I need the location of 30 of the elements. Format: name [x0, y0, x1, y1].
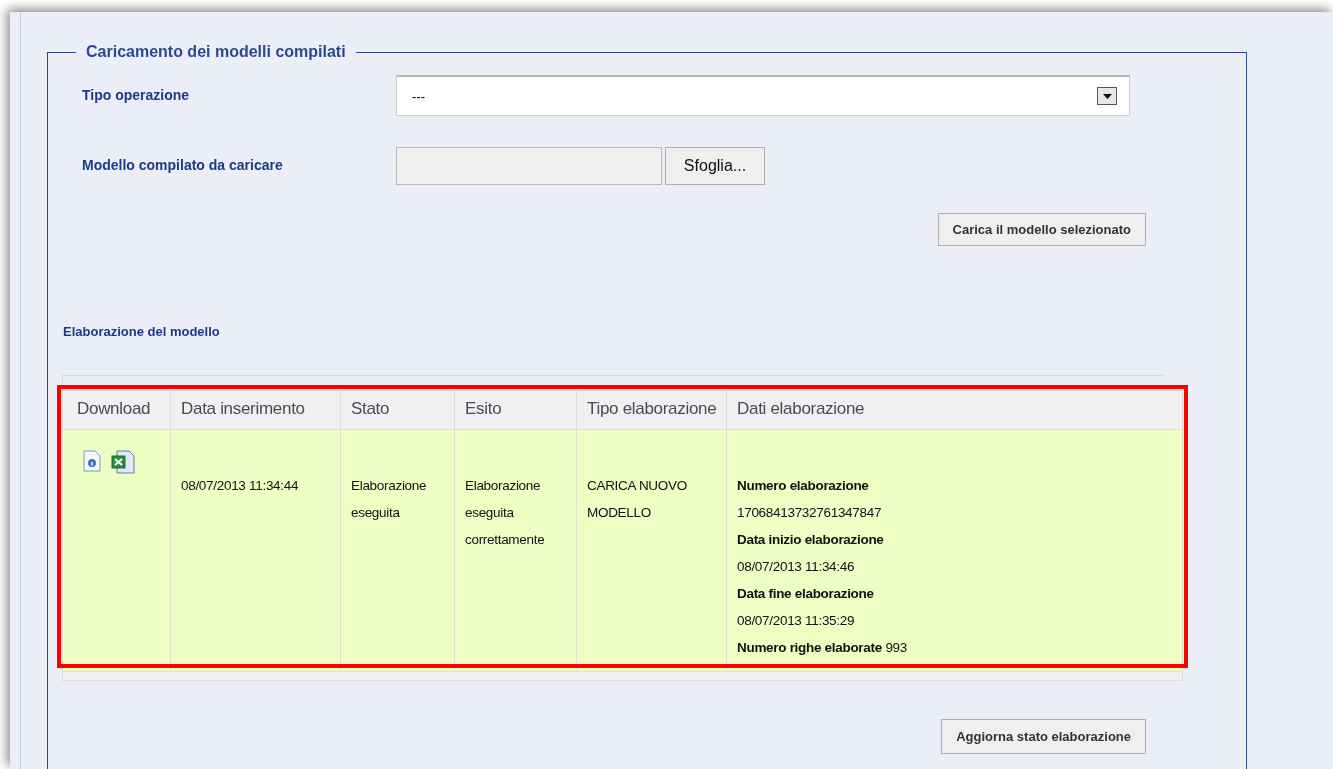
spreadsheet-icon[interactable]: [111, 450, 135, 474]
column-header: Data inserimento: [170, 390, 341, 430]
horizontal-scrollbar[interactable]: [62, 672, 1183, 681]
table-cell: Elaborazione eseguita: [340, 429, 455, 672]
detail-line: Numero righe elaborate 993: [737, 639, 909, 657]
dropdown-caret-icon[interactable]: [1097, 87, 1117, 105]
detail-value: 08/07/2013 11:35:29: [737, 612, 856, 630]
table-cell: 08/07/2013 11:34:44: [170, 429, 341, 672]
browse-button[interactable]: Sfoglia...: [665, 147, 765, 185]
detail-value: 08/07/2013 11:34:46: [737, 558, 856, 576]
section-title: Elaborazione del modello: [63, 324, 221, 339]
table-cell: CARICA NUOVO MODELLO: [576, 429, 727, 672]
column-header: Dati elaborazione: [726, 390, 1183, 430]
detail-label: Data fine elaborazione: [737, 585, 875, 603]
detail-label: Numero elaborazione: [737, 477, 870, 495]
detail-label: Data inizio elaborazione: [737, 531, 885, 549]
field-label: Modello compilato da caricare: [81, 156, 284, 173]
detail-value: 17068413732761347847: [737, 504, 883, 522]
column-header: Esito: [454, 390, 577, 430]
section-legend: Caricamento dei modelli compilati: [76, 43, 356, 61]
file-path-field[interactable]: [396, 147, 662, 185]
table-cell: Elaborazione eseguita correttamente: [454, 429, 577, 672]
upload-button[interactable]: Carica il modello selezionato: [937, 213, 1146, 246]
column-header: Stato: [340, 390, 455, 430]
column-header: Download: [62, 390, 171, 430]
refresh-button[interactable]: Aggiorna stato elaborazione: [941, 719, 1146, 754]
dropdown-field[interactable]: ---: [396, 75, 1130, 116]
document-info-icon[interactable]: [83, 450, 101, 472]
field-label: Tipo operazione: [81, 86, 191, 103]
column-header: Tipo elaborazione: [576, 390, 727, 430]
